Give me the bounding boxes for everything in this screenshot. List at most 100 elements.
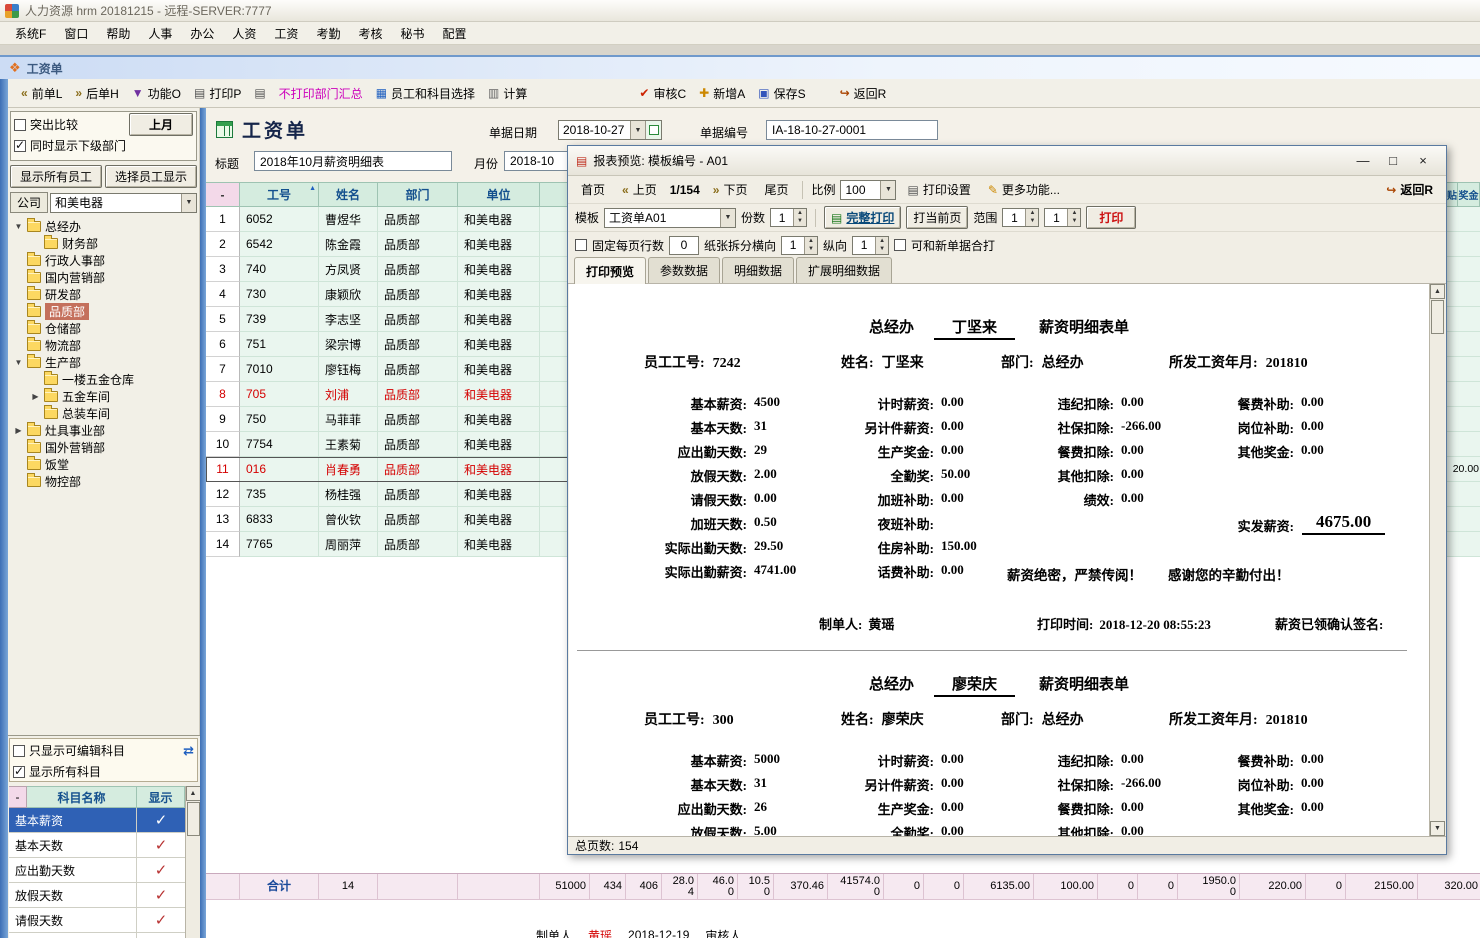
subject-row[interactable]: 请假天数✓ xyxy=(9,908,185,933)
menu-item[interactable]: 窗口 xyxy=(55,22,97,45)
scroll-up-icon[interactable]: ▲ xyxy=(186,786,201,801)
tree-item[interactable]: ▼总经办 xyxy=(10,218,197,235)
print-current-button[interactable]: 打当前页 xyxy=(906,206,968,229)
range-to-spinner[interactable]: 1 ▲▼ xyxy=(1044,208,1081,227)
minimize-button[interactable]: — xyxy=(1348,150,1378,172)
subjects-scrollbar[interactable]: ▲ xyxy=(185,786,200,938)
fixed-rows-checkbox[interactable] xyxy=(575,239,587,251)
subjects-show-header[interactable]: 显示 xyxy=(137,786,185,808)
split-h-arrows-icon[interactable]: ▲▼ xyxy=(804,237,817,254)
range-from-arrows-icon[interactable]: ▲▼ xyxy=(1025,209,1038,226)
only-editable-checkbox[interactable] xyxy=(13,745,25,757)
subject-row[interactable]: 放假天数✓ xyxy=(9,883,185,908)
toolbar-add-new-button[interactable]: ✚新增A xyxy=(694,82,750,105)
tree-expand-icon[interactable]: ▼ xyxy=(14,358,23,367)
print-settings-button[interactable]: ▤打印设置 xyxy=(901,179,976,200)
menu-item[interactable]: 工资 xyxy=(265,22,307,45)
toolbar-printer-button[interactable]: ▤ xyxy=(249,83,270,103)
menu-item[interactable]: 考勤 xyxy=(307,22,349,45)
tree-expand-icon[interactable]: ▶ xyxy=(31,392,40,401)
scale-combo[interactable]: 100 ▼ xyxy=(840,180,896,200)
select-employees-button[interactable]: 选择员工显示 xyxy=(105,165,197,188)
menu-item[interactable]: 人资 xyxy=(223,22,265,45)
more-features-button[interactable]: ✎更多功能... xyxy=(982,179,1066,200)
tree-item[interactable]: 总装车间 xyxy=(10,405,197,422)
toolbar-emp-subject-select-button[interactable]: ▦员工和科目选择 xyxy=(371,82,480,105)
tree-item[interactable]: ▶灶具事业部 xyxy=(10,422,197,439)
highlight-compare-checkbox[interactable] xyxy=(14,119,26,131)
split-v-spinner[interactable]: 1 ▲▼ xyxy=(852,236,889,255)
scroll-thumb[interactable] xyxy=(187,802,200,836)
split-h-spinner[interactable]: 1 ▲▼ xyxy=(781,236,818,255)
template-dropdown-icon[interactable]: ▼ xyxy=(720,209,735,227)
tab-1[interactable]: 打印预览 xyxy=(574,257,646,284)
toolbar-back-button[interactable]: ↪返回R xyxy=(835,82,892,105)
full-print-button[interactable]: ▤完整打印 xyxy=(824,206,901,229)
next-page-button[interactable]: »下页 xyxy=(707,179,754,200)
menu-item[interactable]: 人事 xyxy=(139,22,181,45)
scale-dropdown-icon[interactable]: ▼ xyxy=(880,181,895,199)
dialog-back-button[interactable]: ↪返回R xyxy=(1380,179,1439,200)
preview-scrollbar[interactable]: ▲ ▼ xyxy=(1429,284,1445,836)
menu-item[interactable]: 系统F xyxy=(6,22,55,45)
company-dropdown-icon[interactable]: ▼ xyxy=(181,194,196,212)
close-button[interactable]: × xyxy=(1408,150,1438,172)
toolbar-prev-doc-button[interactable]: «前单L xyxy=(16,82,67,105)
toolbar-audit-button[interactable]: ✔审核C xyxy=(634,82,691,105)
template-combo[interactable]: 工资单A01 ▼ xyxy=(604,208,736,228)
fixed-rows-input[interactable]: 0 xyxy=(669,236,699,255)
tree-item[interactable]: 国内营销部 xyxy=(10,269,197,286)
toolbar-functions-button[interactable]: ▼功能O xyxy=(127,82,186,105)
last-month-button[interactable]: 上月 xyxy=(129,113,193,136)
toolbar-print-button[interactable]: ▤打印P xyxy=(189,82,246,105)
menu-item[interactable]: 秘书 xyxy=(391,22,433,45)
tree-item[interactable]: 品质部 xyxy=(10,303,197,320)
copies-spinner[interactable]: 1 ▲▼ xyxy=(770,208,807,227)
toolbar-no-dept-summary-button[interactable]: 不打印部门汇总 xyxy=(274,82,368,105)
doc-date-dropdown-icon[interactable]: ▼ xyxy=(630,121,645,139)
prev-page-button[interactable]: «上页 xyxy=(616,179,663,200)
column-header[interactable]: 单位 xyxy=(458,182,540,207)
menu-item[interactable]: 配置 xyxy=(433,22,475,45)
tree-item[interactable]: 行政人事部 xyxy=(10,252,197,269)
tab-4[interactable]: 扩展明细数据 xyxy=(796,257,892,283)
show-all-employees-button[interactable]: 显示所有员工 xyxy=(10,165,102,188)
toolbar-calculate-button[interactable]: ▥计算 xyxy=(483,82,532,105)
maximize-button[interactable]: □ xyxy=(1378,150,1408,172)
show-all-subjects-checkbox[interactable] xyxy=(13,766,25,778)
tree-item[interactable]: 国外营销部 xyxy=(10,439,197,456)
tree-item[interactable]: 财务部 xyxy=(10,235,197,252)
tab-3[interactable]: 明细数据 xyxy=(722,257,794,283)
subjects-name-header[interactable]: 科目名称 xyxy=(27,786,137,808)
print-button[interactable]: 打印 xyxy=(1086,206,1136,229)
toolbar-save-button[interactable]: ▣保存S xyxy=(753,82,810,105)
tree-item[interactable]: 饭堂 xyxy=(10,456,197,473)
last-page-button[interactable]: 尾页 xyxy=(758,179,794,200)
tree-item[interactable]: 一楼五金仓库 xyxy=(10,371,197,388)
tree-item[interactable]: ▶五金车间 xyxy=(10,388,197,405)
show-sub-depts-checkbox[interactable] xyxy=(14,140,26,152)
tree-item[interactable]: 物流部 xyxy=(10,337,197,354)
first-page-button[interactable]: 首页 xyxy=(575,179,611,200)
tree-expand-icon[interactable]: ▶ xyxy=(14,426,23,435)
column-header[interactable]: 工号▲ xyxy=(240,182,319,207)
scroll-down-icon[interactable]: ▼ xyxy=(1430,821,1445,836)
range-from-spinner[interactable]: 1 ▲▼ xyxy=(1002,208,1039,227)
doc-caption-bar[interactable]: ❖ 工资单 xyxy=(0,55,1480,79)
menu-item[interactable]: 帮助 xyxy=(97,22,139,45)
menu-item[interactable]: 考核 xyxy=(349,22,391,45)
merge-print-checkbox[interactable] xyxy=(894,239,906,251)
window-titlebar[interactable]: 人力资源 hrm 20181215 - 远程-SERVER:7777 xyxy=(0,0,1480,22)
company-combo[interactable]: 和美电器 ▼ xyxy=(50,193,197,213)
toolbar-next-doc-button[interactable]: »后单H xyxy=(70,82,123,105)
column-header[interactable]: - xyxy=(206,182,240,207)
calendar-icon[interactable] xyxy=(645,121,661,139)
subject-row[interactable]: 加班天数✓ xyxy=(9,933,185,938)
column-header[interactable]: 部门 xyxy=(378,182,458,207)
subject-row[interactable]: 应出勤天数✓ xyxy=(9,858,185,883)
dialog-titlebar[interactable]: ▤ 报表预览: 模板编号 - A01 — □ × xyxy=(568,146,1446,176)
doc-date-combo[interactable]: 2018-10-27 ▼ xyxy=(558,120,662,140)
doc-no-input[interactable]: IA-18-10-27-0001 xyxy=(766,120,938,140)
menu-item[interactable]: 办公 xyxy=(181,22,223,45)
range-to-arrows-icon[interactable]: ▲▼ xyxy=(1067,209,1080,226)
